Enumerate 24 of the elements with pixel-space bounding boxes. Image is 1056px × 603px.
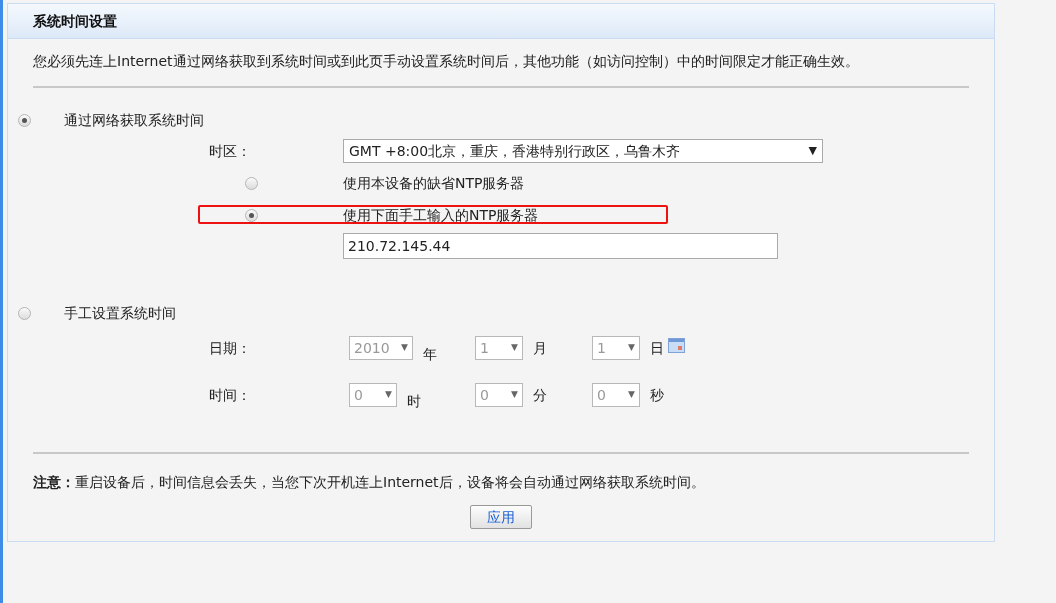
calendar-icon[interactable] [668, 338, 685, 353]
field-label: 日期： [209, 339, 252, 358]
panel-title: 系统时间设置 [33, 11, 117, 31]
ntp-option-label: 使用下面手工输入的NTP服务器 [343, 205, 539, 225]
radio-button[interactable] [245, 208, 258, 222]
field-label: 时间： [209, 386, 252, 405]
timezone-select[interactable]: GMT +8:00北京，重庆，香港特别行政区，乌鲁木齐 ▼ [343, 139, 823, 163]
unit-label: 时 [407, 392, 421, 411]
mode-label: 通过网络获取系统时间 [64, 111, 204, 130]
radio-button[interactable] [245, 176, 258, 190]
apply-button[interactable]: 应用 [470, 505, 532, 529]
timezone-label: 时区： [209, 141, 252, 161]
unit-label: 分 [533, 386, 547, 405]
unit-label: 月 [533, 339, 547, 358]
radio-button[interactable] [18, 114, 31, 127]
unit-label: 日 [650, 339, 664, 358]
unit-label: 年 [423, 345, 437, 364]
ntp-server-field[interactable]: 210.72.145.44 [343, 233, 778, 259]
intro-text: 您必须先连上Internet通过网络获取到系统时间或到此页手动设置系统时间后，其他功能（如访问控制）中的时间限定才能正确生效。 [33, 52, 860, 71]
note-text: 注意：重启设备后，时间信息会丢失，当您下次开机连上Internet后，设备将会自动通过网络获取系统时间。 [32, 473, 706, 492]
mode-label: 手工设置系统时间 [64, 304, 176, 323]
radio-button[interactable] [18, 307, 31, 320]
unit-label: 秒 [650, 386, 664, 405]
ntp-option-label: 使用本设备的缺省NTP服务器 [343, 173, 525, 193]
